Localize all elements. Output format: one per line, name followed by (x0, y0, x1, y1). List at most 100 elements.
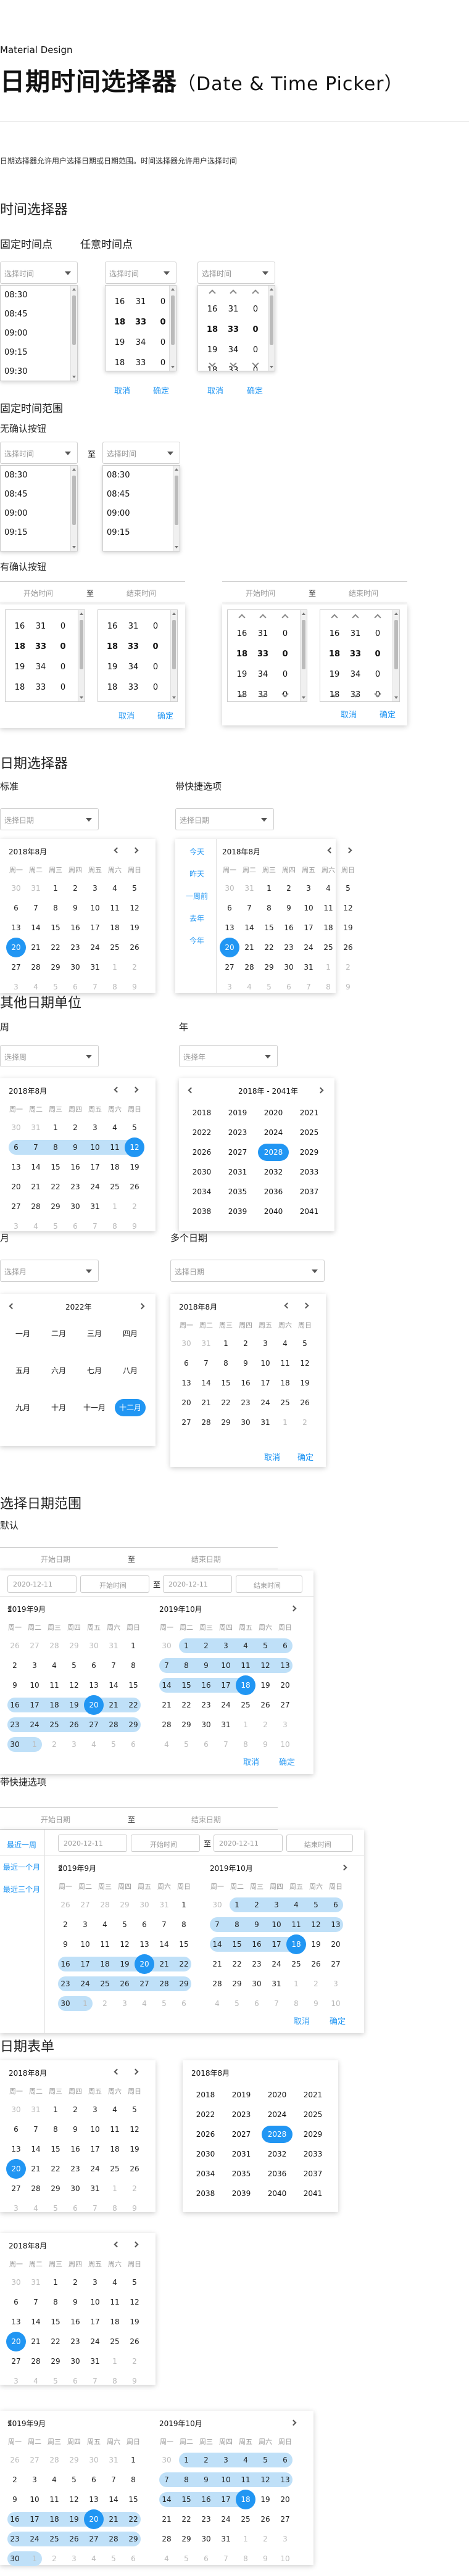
chevron-right-icon[interactable] (132, 847, 139, 854)
calendar-day[interactable]: 31 (26, 2273, 46, 2292)
calendar-day[interactable]: 28 (26, 2351, 46, 2371)
calendar-day[interactable]: 11 (236, 1656, 255, 1675)
time-spinner-cell[interactable]: 18 (233, 644, 251, 664)
year-option[interactable]: 2040 (262, 2185, 293, 2202)
chevron-right-icon[interactable] (132, 1086, 139, 1093)
calendar-day[interactable]: 16 (196, 1675, 216, 1695)
calendar-day[interactable]: 30 (6, 2273, 26, 2292)
calendar-day[interactable]: 10 (75, 1934, 95, 1954)
calendar-day[interactable]: 8 (227, 1915, 247, 1934)
calendar-day[interactable]: 19 (125, 2312, 144, 2332)
calendar-day[interactable]: 9 (236, 1353, 255, 1373)
calendar-day[interactable]: 4 (26, 2371, 46, 2391)
calendar-day[interactable]: 17 (267, 1934, 286, 1954)
calendar-day[interactable]: 6 (65, 2371, 85, 2391)
calendar-day[interactable]: 11 (286, 1915, 306, 1934)
calendar-day[interactable]: 1 (25, 2549, 44, 2569)
calendar-day[interactable]: 17 (216, 1675, 236, 1695)
calendar-month-label[interactable]: 2019年10月 (159, 2418, 202, 2429)
time-spinner-cell[interactable]: 0 (54, 657, 72, 677)
calendar-day[interactable]: 27 (275, 2509, 295, 2529)
time-spinner-cell[interactable]: 34 (254, 664, 272, 685)
calendar-day[interactable]: 12 (255, 1656, 275, 1675)
calendar-day[interactable]: 9 (125, 1216, 144, 1236)
calendar-day[interactable]: 2 (125, 1197, 144, 1216)
calendar-day[interactable]: 2 (65, 878, 85, 898)
calendar-day[interactable]: 7 (157, 1656, 176, 1675)
calendar-day[interactable]: 20 (6, 1177, 26, 1197)
calendar-day[interactable]: 30 (220, 878, 239, 898)
year-option[interactable]: 2037 (294, 1183, 325, 1200)
calendar-day[interactable]: 7 (85, 2198, 105, 2218)
year-option[interactable]: 2034 (190, 2165, 221, 2182)
calendar-day[interactable]: 28 (26, 957, 46, 977)
calendar-day[interactable]: 5 (125, 2100, 144, 2120)
calendar-day[interactable]: 5 (125, 878, 144, 898)
calendar-day[interactable]: 24 (299, 938, 318, 957)
time-spinner-cell[interactable]: 16 (110, 292, 129, 312)
month-option[interactable]: 十一月 (79, 1399, 110, 1416)
calendar-day[interactable]: 14 (157, 2490, 176, 2509)
calendar-day[interactable]: 6 (84, 1656, 104, 1675)
chevron-left-icon[interactable] (114, 2241, 120, 2248)
calendar-day[interactable]: 25 (95, 1974, 115, 1994)
calendar-day[interactable]: 12 (255, 2470, 275, 2490)
calendar-day[interactable]: 2 (255, 2529, 275, 2549)
chevron-left-icon[interactable] (9, 1303, 15, 1310)
year-range-header[interactable]: 2018年8月 (191, 2068, 230, 2078)
calendar-day[interactable]: 4 (105, 2273, 125, 2292)
calendar-day[interactable]: 9 (279, 898, 299, 918)
calendar-day[interactable]: 16 (65, 2312, 85, 2332)
time-spinner-cell[interactable]: 0 (54, 637, 72, 657)
calendar-day[interactable]: 1 (236, 1715, 255, 1735)
calendar-day[interactable]: 30 (6, 2100, 26, 2120)
calendar-day[interactable]: 4 (157, 1735, 176, 1754)
calendar-day[interactable]: 15 (227, 1934, 247, 1954)
year-option[interactable]: 2030 (186, 1163, 217, 1181)
calendar-day[interactable]: 21 (104, 2509, 123, 2529)
calendar-day[interactable]: 9 (56, 1934, 75, 1954)
scrollbar[interactable] (300, 610, 307, 701)
year-select[interactable]: 选择年 (179, 1045, 278, 1067)
calendar-day[interactable]: 31 (154, 1895, 174, 1915)
time-range-spinner[interactable]: 16 31 0 18 33 0 19 34 0 18 33 0 (98, 609, 178, 702)
calendar-day[interactable]: 23 (196, 1695, 216, 1715)
calendar-day[interactable]: 26 (295, 1393, 315, 1413)
calendar-day[interactable]: 31 (26, 878, 46, 898)
calendar-day[interactable]: 8 (105, 977, 125, 997)
year-option[interactable]: 2033 (297, 2145, 328, 2163)
calendar-day[interactable]: 31 (216, 1715, 236, 1735)
time-spinner-cell[interactable]: 33 (131, 353, 150, 371)
calendar-day[interactable]: 9 (65, 2120, 85, 2139)
time-range-field[interactable]: 开始时间 至 结束时间 (0, 581, 185, 603)
calendar-day[interactable]: 11 (105, 2292, 125, 2312)
calendar-day[interactable]: 17 (255, 1373, 275, 1393)
end-date-input[interactable]: 2020-12-11 (214, 1835, 283, 1852)
time-option[interactable]: 08:45 (1, 485, 77, 504)
calendar-day[interactable]: 10 (326, 1994, 346, 2013)
calendar-day[interactable]: 10 (255, 1353, 275, 1373)
scrollbar[interactable] (70, 466, 77, 551)
calendar-day[interactable]: 24 (85, 938, 105, 957)
calendar-day[interactable]: 8 (123, 1656, 143, 1675)
calendar-day[interactable]: 22 (46, 1177, 65, 1197)
chevron-up-icon[interactable] (374, 614, 381, 621)
calendar-day[interactable]: 1 (46, 2273, 65, 2292)
calendar-day[interactable]: 19 (338, 918, 358, 938)
calendar-day[interactable]: 5 (259, 977, 279, 997)
calendar-day[interactable]: 5 (125, 2273, 144, 2292)
calendar-day[interactable]: 3 (85, 2100, 105, 2120)
calendar-day[interactable]: 31 (216, 2529, 236, 2549)
calendar-day[interactable]: 1 (275, 1413, 295, 1432)
chevron-right-icon[interactable] (138, 1303, 145, 1310)
year-option[interactable]: 2018 (190, 2086, 221, 2103)
start-date-input[interactable]: 2020-12-11 (58, 1835, 127, 1852)
calendar-day[interactable]: 7 (299, 977, 318, 997)
calendar-day[interactable]: 1 (227, 1895, 247, 1915)
year-option[interactable]: 2028 (262, 2126, 293, 2143)
year-option[interactable]: 2032 (262, 2145, 293, 2163)
calendar-day[interactable]: 5 (154, 1994, 174, 2013)
calendar-day[interactable]: 1 (105, 2351, 125, 2371)
time-option[interactable]: 08:30 (103, 466, 180, 485)
calendar-day[interactable]: 31 (299, 957, 318, 977)
